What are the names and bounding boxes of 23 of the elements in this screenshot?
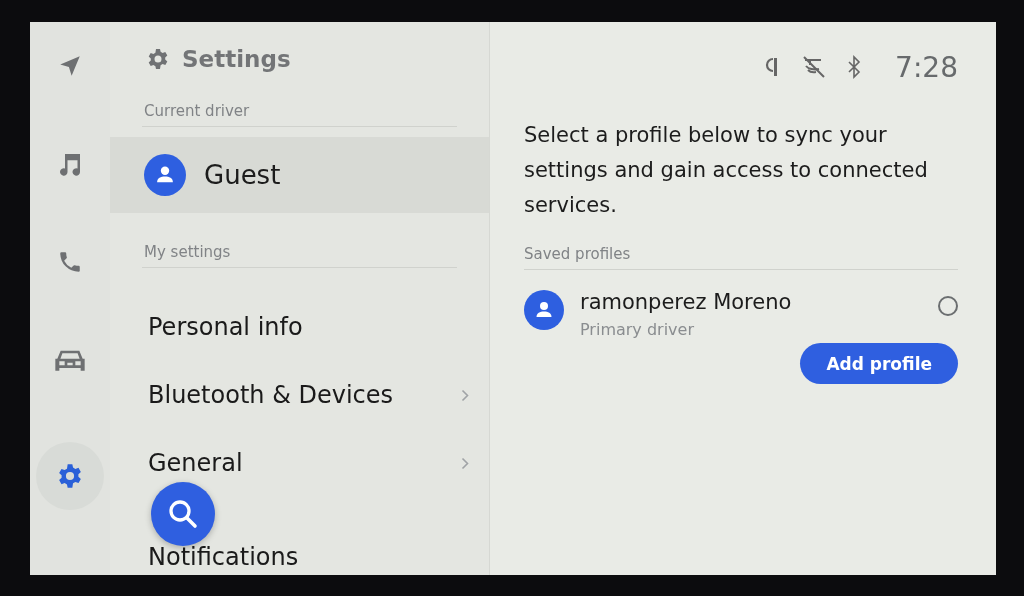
clock: 7:28 <box>895 50 958 84</box>
menu-item[interactable]: General <box>148 451 243 475</box>
description-text: Select a profile below to sync your settings and gain access to connected services. <box>524 122 929 219</box>
menu-item[interactable]: Bluetooth & Devices <box>148 383 394 407</box>
settings-icon <box>146 47 170 71</box>
search-button[interactable] <box>151 482 215 546</box>
add-profile-button[interactable]: Add profile <box>800 343 958 384</box>
chevron-icon <box>461 456 469 470</box>
avatar-icon <box>524 290 564 330</box>
avatar-icon <box>144 154 186 196</box>
radio-button[interactable] <box>938 296 958 316</box>
menu-item[interactable]: Personal info <box>148 315 303 339</box>
driver-name: Guest <box>204 160 281 190</box>
profile-role: Primary driver <box>580 320 695 339</box>
chevron-icon <box>461 388 469 402</box>
profile-name: ramonperez Moreno <box>580 290 793 314</box>
section-label: Saved profiles <box>524 244 632 265</box>
menu-item[interactable]: Notifications <box>148 545 299 569</box>
current-driver-row[interactable]: Guest <box>110 137 489 213</box>
bluetooth-icon <box>847 55 862 79</box>
panel-title: Settings <box>182 46 291 72</box>
section-label: Current driver <box>143 101 251 122</box>
section-label: My settings <box>143 242 232 263</box>
